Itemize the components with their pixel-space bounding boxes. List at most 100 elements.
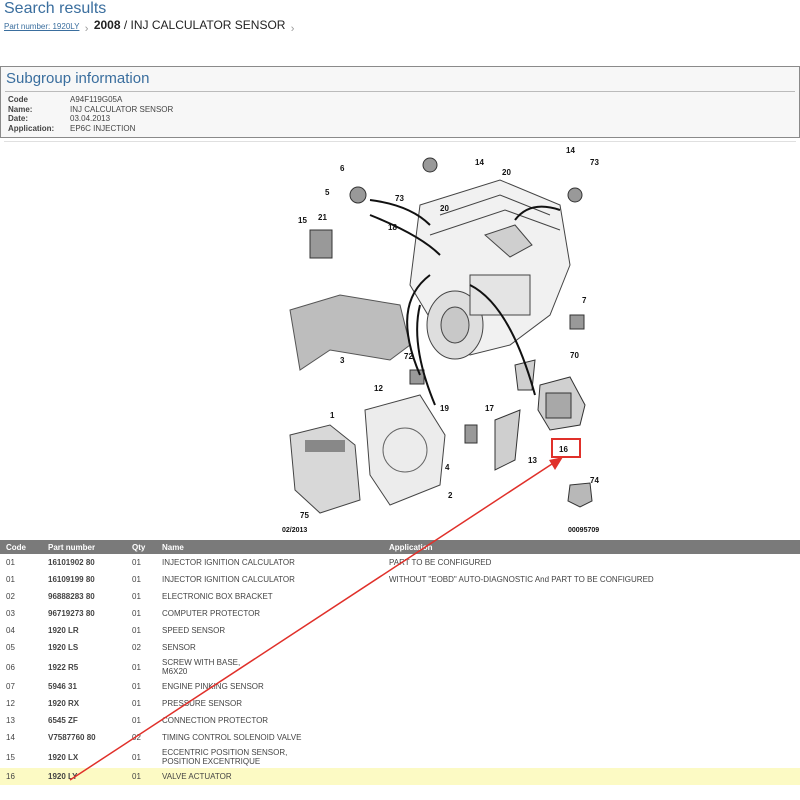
- cell-name: PRESSURE SENSOR: [162, 699, 243, 708]
- callout-label: 20: [440, 204, 449, 213]
- callout-label: 13: [528, 456, 537, 465]
- cell-code: 06: [6, 662, 15, 672]
- cell-name-line: ECCENTRIC POSITION SENSOR,: [162, 748, 288, 757]
- cell-part-number: 96719273 80: [48, 609, 95, 618]
- table-row[interactable]: 16 1920 LY 01 VALVE ACTUATOR: [0, 768, 800, 785]
- cell-qty: 01: [132, 772, 141, 781]
- callout-label: 17: [485, 404, 494, 413]
- table-row[interactable]: 04 1920 LR 01 SPEED SENSOR: [0, 622, 800, 639]
- callout-label: 20: [502, 168, 511, 177]
- cell-name: ENGINE PINKING SENSOR: [162, 682, 264, 691]
- field-label: Name:: [8, 104, 33, 114]
- breadcrumb: Part number: 1920LY › 2008 / INJ CALCULA…: [4, 18, 296, 35]
- table-row[interactable]: 15 1920 LX 01 ECCENTRIC POSITION SENSOR, POS…: [0, 746, 800, 768]
- part-74-sensor: [567, 482, 593, 508]
- cell-name: INJECTOR IGNITION CALCULATOR: [162, 558, 295, 567]
- col-header-application[interactable]: Application: [383, 540, 800, 554]
- cell-application: [383, 656, 800, 678]
- table-row[interactable]: 05 1920 LS 02 SENSOR: [0, 639, 800, 656]
- callout-label: 2: [448, 491, 453, 500]
- cell-name: TIMING CONTROL SOLENOID VALVE: [162, 733, 302, 742]
- subgroup-info-panel: Subgroup information Code A94F119G05A Nam…: [0, 66, 800, 138]
- table-row[interactable]: 12 1920 RX 01 PRESSURE SENSOR: [0, 695, 800, 712]
- cell-part-number: 5946 31: [48, 682, 77, 691]
- callout-label: 19: [440, 404, 449, 413]
- cell-code: 05: [6, 643, 15, 652]
- field-value: A94F119G05A: [70, 95, 123, 104]
- table-row[interactable]: 01 16101902 80 01 INJECTOR IGNITION CALCULA…: [0, 554, 800, 571]
- page-title: Search results: [4, 0, 107, 17]
- callout-label: 21: [318, 213, 327, 222]
- cell-qty: 01: [132, 699, 141, 708]
- cell-part-number: 1920 LY: [48, 772, 78, 781]
- exploded-parts-diagram[interactable]: 6 5 73 14 20 14 20 73 15 21 18 3 7 70 72…: [270, 145, 610, 540]
- cell-name: COMPUTER PROTECTOR: [162, 609, 261, 618]
- table-row[interactable]: 03 96719273 80 01 COMPUTER PROTECTOR: [0, 605, 800, 622]
- cell-part-number: 1920 LX: [48, 752, 79, 762]
- cell-application: [383, 622, 800, 639]
- cell-qty: 01: [132, 752, 141, 762]
- breadcrumb-name: INJ CALCULATOR SENSOR: [130, 18, 286, 32]
- cell-application: [383, 729, 800, 746]
- diagram-date: 02/2013: [282, 527, 307, 534]
- cell-name: VALVE ACTUATOR: [162, 772, 232, 781]
- part-1-ecu: [289, 424, 361, 514]
- table-header-row: Code Part number Qty Name Application: [0, 540, 800, 554]
- callout-label: 70: [570, 351, 579, 360]
- cell-name: ELECTRONIC BOX BRACKET: [162, 592, 273, 601]
- col-header-qty[interactable]: Qty: [126, 540, 156, 554]
- cell-qty: 01: [132, 716, 141, 725]
- callout-label: 72: [404, 352, 413, 361]
- table-row[interactable]: 02 96888283 80 01 ELECTRONIC BOX BRACKET: [0, 588, 800, 605]
- field-date: Date: 03.04.2013: [8, 114, 173, 124]
- field-label: Date:: [8, 114, 29, 123]
- subgroup-fields: Code A94F119G05A Name: INJ CALCULATOR SENS…: [8, 95, 173, 133]
- col-header-name[interactable]: Name: [156, 540, 383, 554]
- callout-label: 15: [298, 216, 307, 225]
- cell-part-number: 16109199 80: [48, 575, 95, 584]
- cell-application: [383, 712, 800, 729]
- cell-part-number: 96888283 80: [48, 592, 95, 601]
- breadcrumb-separator: /: [120, 18, 131, 32]
- field-application: Application: EP6C INJECTION: [8, 124, 173, 134]
- cell-code: 03: [6, 609, 15, 618]
- cell-part-number: V7587760 80: [48, 733, 96, 742]
- cell-name-line: POSITION EXCENTRIQUE: [162, 757, 261, 766]
- field-label: Code: [8, 95, 28, 104]
- cell-application: [383, 768, 800, 785]
- cell-part-number: 1922 R5: [48, 662, 79, 672]
- subgroup-title: Subgroup information: [6, 70, 150, 87]
- callout-label: 1: [330, 411, 335, 420]
- cell-application: [383, 695, 800, 712]
- callout-label: 73: [395, 194, 404, 203]
- cell-name: SENSOR: [162, 643, 196, 652]
- field-value: INJ CALCULATOR SENSOR: [70, 104, 174, 114]
- table-row[interactable]: 07 5946 31 01 ENGINE PINKING SENSOR: [0, 678, 800, 695]
- cell-part-number: 16101902 80: [48, 558, 95, 567]
- table-row[interactable]: 14 V7587760 80 02 TIMING CONTROL SOLENOID V…: [0, 729, 800, 746]
- table-row[interactable]: 06 1922 R5 01 SCREW WITH BASE, M6X20: [0, 656, 800, 678]
- table-row[interactable]: 13 6545 ZF 01 CONNECTION PROTECTOR: [0, 712, 800, 729]
- cell-qty: 01: [132, 592, 141, 601]
- panel-divider: [5, 91, 795, 92]
- table-row[interactable]: 01 16109199 80 01 INJECTOR IGNITION CALCULA…: [0, 571, 800, 588]
- callout-label: 5: [325, 188, 330, 197]
- cell-code: 04: [6, 626, 15, 635]
- col-header-code[interactable]: Code: [0, 540, 42, 554]
- breadcrumb-part-link[interactable]: Part number: 1920LY: [4, 22, 79, 31]
- callout-label: 7: [582, 296, 587, 305]
- col-header-part-number[interactable]: Part number: [42, 540, 126, 554]
- cell-application: [383, 746, 800, 768]
- cell-qty: 01: [132, 662, 141, 672]
- callout-label: 3: [340, 356, 345, 365]
- cell-application: [383, 588, 800, 605]
- cell-application: PART TO BE CONFIGURED: [389, 558, 492, 567]
- callout-label: 6: [340, 164, 345, 173]
- field-code: Code A94F119G05A: [8, 95, 173, 105]
- chevron-right-icon: ›: [84, 23, 89, 35]
- callout-label: 4: [445, 463, 450, 472]
- callout-label: 12: [374, 384, 383, 393]
- cell-name: SPEED SENSOR: [162, 626, 226, 635]
- cell-name: ECCENTRIC POSITION SENSOR, POSITION EXCEN…: [156, 746, 383, 768]
- cell-code: 16: [6, 772, 15, 781]
